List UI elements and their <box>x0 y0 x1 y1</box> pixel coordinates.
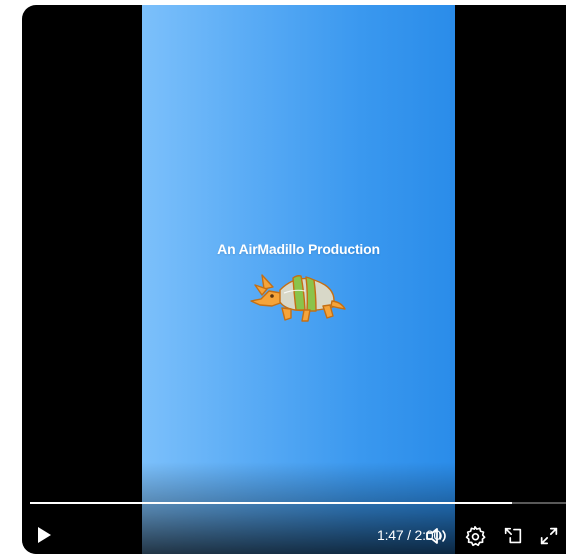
armadillo-logo <box>247 267 347 327</box>
settings-button[interactable] <box>463 524 487 548</box>
fullscreen-button[interactable] <box>537 524 561 548</box>
fullscreen-icon <box>540 527 558 545</box>
video-player[interactable]: An AirMadillo Production 1:47 / 2:00 <box>22 5 566 554</box>
progress-fill <box>30 502 513 504</box>
video-frame[interactable]: An AirMadillo Production <box>142 5 455 554</box>
play-icon <box>38 527 51 543</box>
pip-icon <box>504 527 522 544</box>
picture-in-picture-button[interactable] <box>501 524 525 548</box>
settings-icon <box>465 526 486 547</box>
progress-bar[interactable] <box>30 502 566 504</box>
volume-icon <box>426 528 446 544</box>
video-title-card: An AirMadillo Production <box>217 241 380 257</box>
play-button[interactable] <box>34 524 54 546</box>
volume-button[interactable] <box>423 524 449 548</box>
